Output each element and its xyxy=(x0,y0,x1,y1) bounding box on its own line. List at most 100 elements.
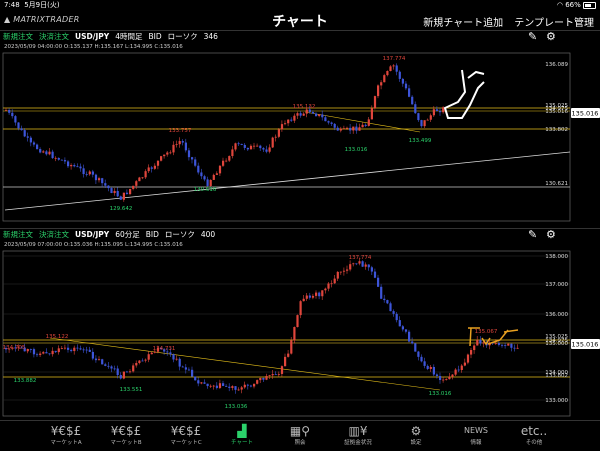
candle-body xyxy=(79,348,82,350)
candle-body xyxy=(370,108,373,120)
candle-body xyxy=(222,160,225,166)
candle-body xyxy=(318,114,321,116)
candle-body xyxy=(277,129,280,137)
candle-body xyxy=(302,298,305,302)
candle-body xyxy=(26,136,29,138)
chart1-type-select[interactable]: ローソク xyxy=(168,32,198,41)
candle-body xyxy=(299,113,302,116)
candle-body xyxy=(349,264,352,270)
candle-body xyxy=(39,149,42,153)
chart2-side-select[interactable]: BID xyxy=(146,230,159,239)
candle-body xyxy=(321,290,324,297)
candle-body xyxy=(178,141,181,145)
candle-body xyxy=(150,167,153,169)
chart2-type-select[interactable]: ローソク xyxy=(165,230,195,239)
tab-market-c[interactable]: ¥€$£ マーケットC xyxy=(156,421,216,451)
candle-body xyxy=(138,360,141,364)
tab-market-b[interactable]: ¥€$£ マーケットB xyxy=(96,421,156,451)
pencil-icon[interactable]: ✎ xyxy=(528,229,537,241)
candle-body xyxy=(296,315,299,328)
candle-body xyxy=(101,359,104,365)
candle-body xyxy=(184,142,187,151)
candle-body xyxy=(237,389,240,391)
candle-body xyxy=(203,176,206,180)
candle-body xyxy=(98,178,101,181)
candle-body xyxy=(116,190,119,197)
chart2-count-select[interactable]: 400 xyxy=(201,230,215,239)
chart2-canvas[interactable]: 138.000137.000136.000135.000134.000133.0… xyxy=(0,248,600,418)
tab-inquiry[interactable]: ▦⚲ 照会 xyxy=(270,421,330,451)
candle-body xyxy=(401,78,404,84)
candle-body xyxy=(94,358,98,361)
price-annotation: 129.642 xyxy=(110,206,133,212)
candle-body xyxy=(346,269,349,271)
candle-body xyxy=(122,192,125,200)
candle-body xyxy=(392,311,395,314)
wifi-icon: ◠ xyxy=(556,1,563,9)
candle-body xyxy=(352,263,355,265)
candle-body xyxy=(404,83,408,89)
price-annotation: 135.122 xyxy=(46,334,69,340)
search-icon: ▦⚲ xyxy=(289,424,311,438)
tab-market-a[interactable]: ¥€$£ マーケットA xyxy=(36,421,96,451)
gear-icon[interactable]: ⚙ xyxy=(546,31,556,43)
gear-icon[interactable]: ⚙ xyxy=(546,229,556,241)
chart2-settle-order-button[interactable]: 決済注文 xyxy=(39,230,69,239)
tab-settings[interactable]: ⚙ 設定 xyxy=(386,421,446,451)
candle-body xyxy=(70,165,73,167)
candle-body xyxy=(36,354,39,356)
candle-body xyxy=(150,352,153,355)
tab-etc[interactable]: etc.. その他 xyxy=(504,421,564,451)
tab-margin-status[interactable]: ▥¥ 証拠金状況 xyxy=(328,421,388,451)
chart1-pair-select[interactable]: USD/JPY xyxy=(75,32,109,41)
template-manage-button[interactable]: テンプレート管理 xyxy=(514,18,594,29)
price-annotation: 133.757 xyxy=(169,128,192,134)
candle-body xyxy=(42,151,45,153)
tab-news[interactable]: NEWS 情報 xyxy=(446,421,506,451)
candle-body xyxy=(265,375,268,380)
chart1-settle-order-button[interactable]: 決済注文 xyxy=(39,32,69,41)
candle-body xyxy=(135,181,138,186)
candle-body xyxy=(209,385,212,387)
candle-body xyxy=(420,356,423,362)
candle-body xyxy=(361,124,364,128)
candle-body xyxy=(296,113,299,116)
candle-body xyxy=(429,115,432,120)
candle-body xyxy=(287,119,290,124)
tab-chart[interactable]: ▟ チャート xyxy=(212,421,272,451)
chart2-timeframe-select[interactable]: 60分足 xyxy=(115,230,140,239)
chart1-side-select[interactable]: BID xyxy=(148,32,161,41)
candle-body xyxy=(8,109,11,113)
chart1-new-order-button[interactable]: 新規注文 xyxy=(3,32,33,41)
candle-body xyxy=(284,123,287,125)
candle-body xyxy=(432,109,435,116)
candle-body xyxy=(147,167,150,172)
chart2-pair-select[interactable]: USD/JPY xyxy=(75,230,109,239)
candle-body xyxy=(321,114,324,118)
candle-body xyxy=(175,358,178,360)
candle-body xyxy=(268,375,271,377)
candle-body xyxy=(435,109,439,112)
candle-body xyxy=(45,151,48,155)
chart1-canvas[interactable]: 136.089135.016133.802130.621135.025134.9… xyxy=(0,50,600,225)
candle-body xyxy=(355,263,358,265)
price-axis-label: 138.000 xyxy=(545,254,568,260)
candle-body xyxy=(256,380,259,384)
candle-body xyxy=(445,379,448,380)
candle-body xyxy=(339,271,342,273)
add-chart-button[interactable]: 新規チャート追加 xyxy=(423,18,503,29)
pencil-icon[interactable]: ✎ xyxy=(528,31,537,43)
candle-body xyxy=(460,365,463,371)
candle-body xyxy=(125,371,129,373)
candle-body xyxy=(122,371,125,379)
chart1-count-select[interactable]: 346 xyxy=(204,32,218,41)
chart2-new-order-button[interactable]: 新規注文 xyxy=(3,230,33,239)
price-axis-label: 136.089 xyxy=(545,62,568,68)
candle-body xyxy=(153,165,156,169)
candle-body xyxy=(29,348,32,350)
chart1-timeframe-select[interactable]: 4時間足 xyxy=(115,32,142,41)
candle-body xyxy=(82,349,85,351)
candle-body xyxy=(327,283,330,289)
candle-body xyxy=(243,144,246,148)
candle-body xyxy=(420,120,423,127)
